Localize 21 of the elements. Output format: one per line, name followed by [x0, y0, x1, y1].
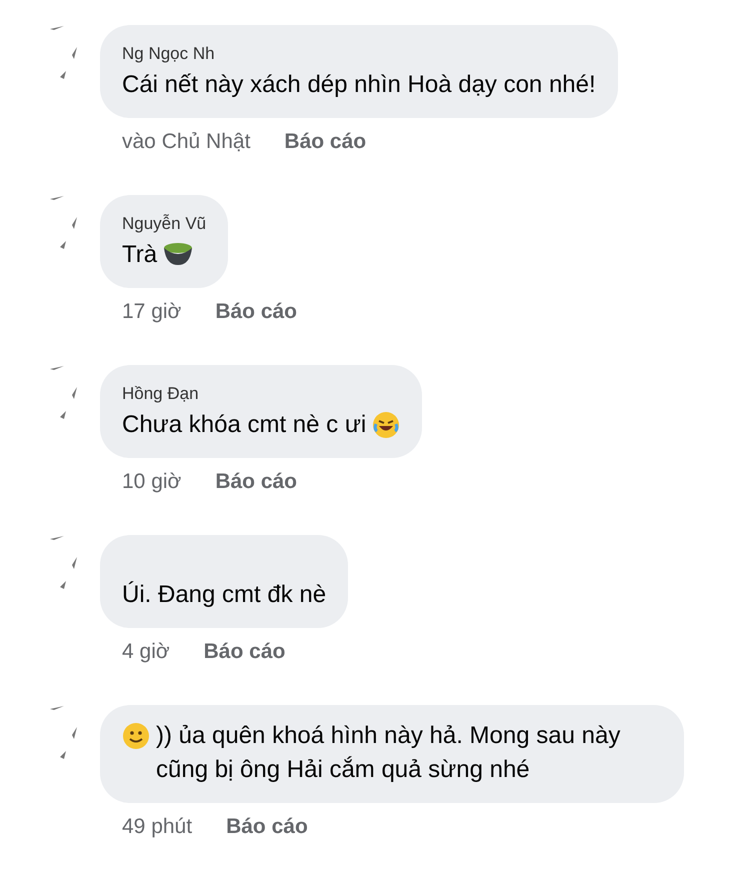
report-link[interactable]: Báo cáo [204, 640, 286, 705]
report-link[interactable]: Báo cáo [215, 300, 298, 365]
comment-text: Chưa khóa cmt nè c ưi [122, 410, 366, 440]
timestamp[interactable]: 17 giờ [122, 300, 182, 365]
timestamp[interactable]: vào Chủ Nhật [122, 130, 250, 195]
report-link[interactable]: Báo cáo [284, 130, 366, 195]
report-link[interactable]: Báo cáo [215, 470, 298, 535]
commenter-name[interactable]: Ng Ngọc Nh [122, 44, 596, 64]
report-link[interactable]: Báo cáo [226, 815, 308, 879]
timestamp[interactable]: 49 phút [122, 815, 192, 879]
smiling-face-icon [122, 722, 150, 750]
commenter-name[interactable]: Nguyễn Vũ [122, 214, 206, 234]
commenter-name[interactable]: Hồng Đạn [122, 384, 400, 404]
comment-text: )) ủa quên khoá hình này hả. Mong sau này cũng bị ông Hải cắm quả sừng nhé [156, 721, 622, 785]
timestamp[interactable]: 4 giờ [122, 640, 170, 705]
comment-text: Úi. Đang cmt đk nè [122, 580, 326, 610]
comment-text: Cái nết này xách dép nhìn Hoà dạy con nhé! [122, 70, 596, 100]
bowl-icon [163, 241, 194, 267]
laughing-face-icon [372, 411, 400, 439]
timestamp[interactable]: 10 giờ [122, 470, 182, 535]
comment-text: Trà [122, 240, 158, 270]
